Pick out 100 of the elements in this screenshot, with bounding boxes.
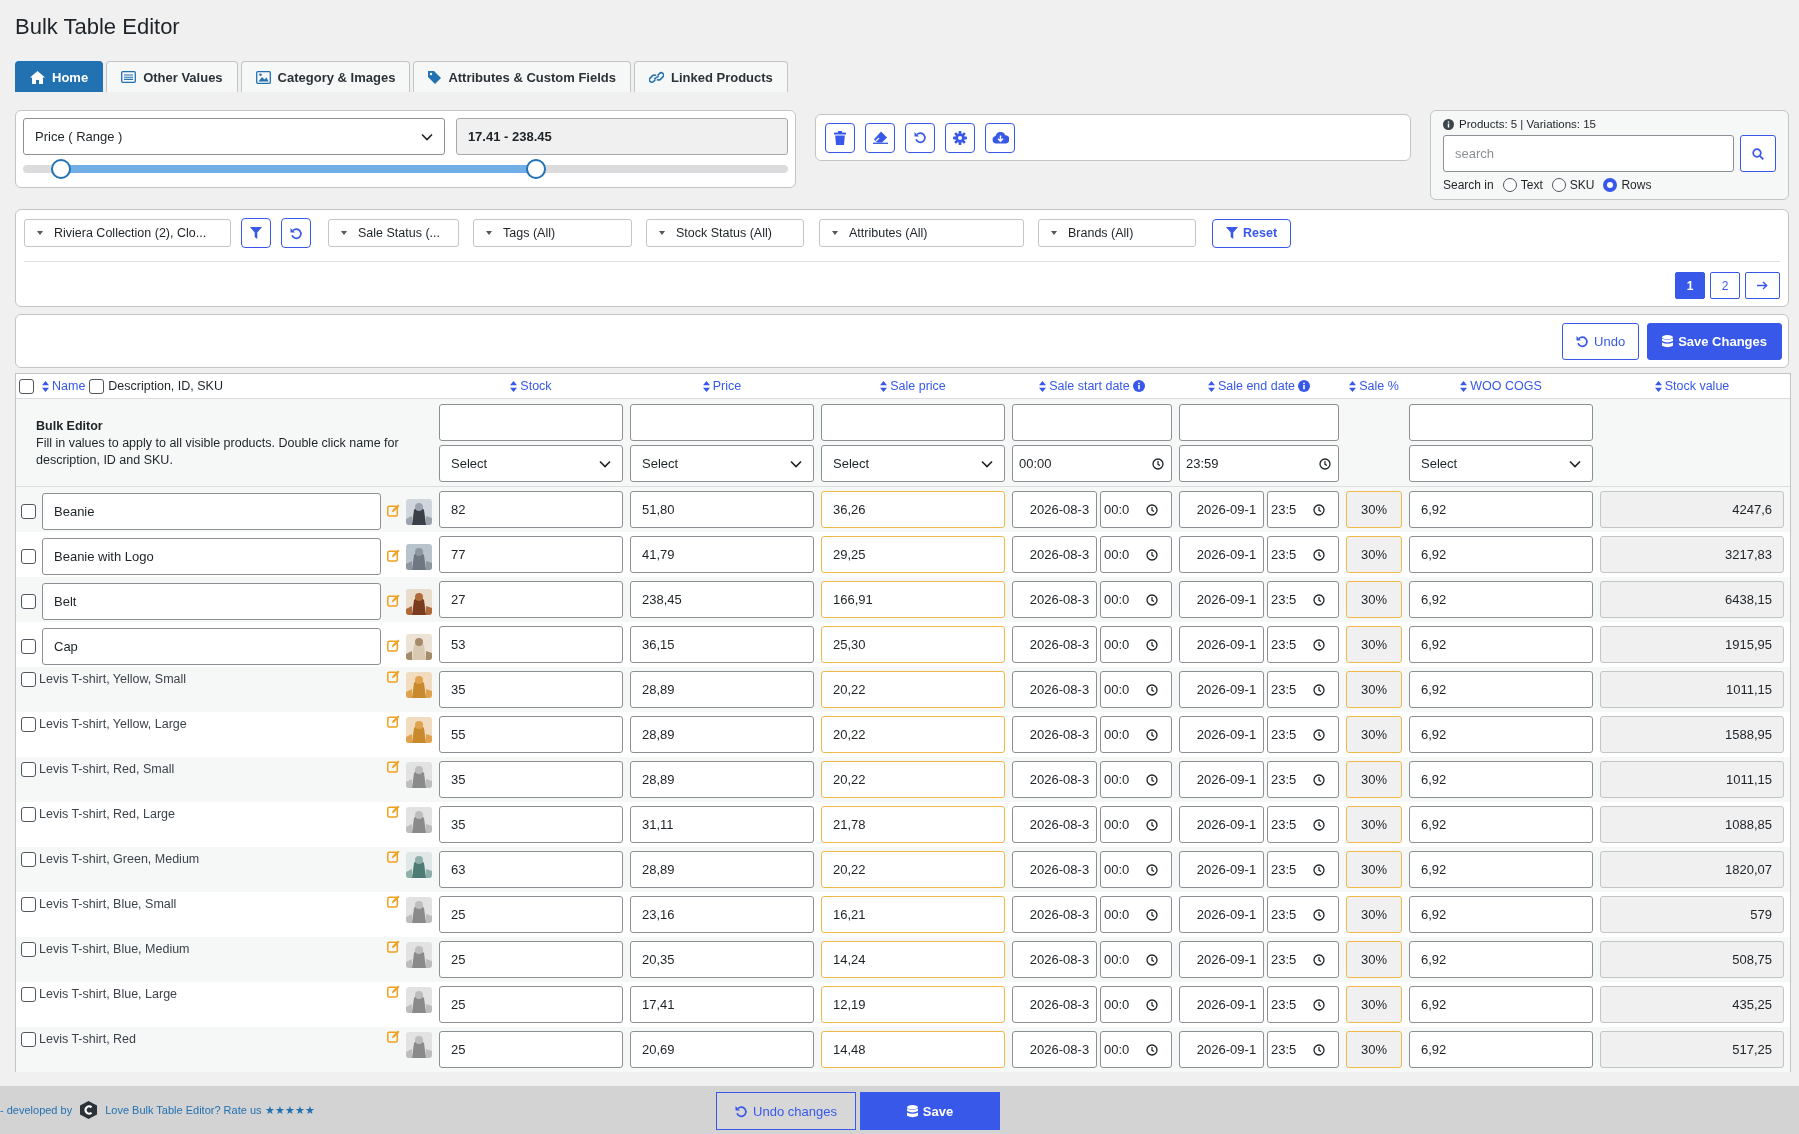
column-header[interactable]: WOO COGS [1470,379,1542,393]
cogs-field[interactable]: 6,92 [1409,761,1593,798]
reset-button[interactable]: Reset [1212,218,1292,248]
checkbox[interactable] [21,594,36,609]
cogs-field[interactable]: 6,92 [1409,986,1593,1023]
sale-price-field[interactable]: 25,30 [821,626,1005,663]
cogs-field[interactable]: 6,92 [1409,941,1593,978]
column-header[interactable]: Sale % [1359,379,1399,393]
sale-start-date-field[interactable]: 2026-08-3 [1012,896,1097,933]
bulk-input-field[interactable] [1409,404,1593,441]
price-field[interactable]: 51,80 [630,491,814,528]
sale-start-date-field[interactable]: 2026-08-3 [1012,986,1097,1023]
bulk-input-field[interactable] [630,404,814,441]
bulk-select-dropdown[interactable]: Select [630,445,814,482]
price-field[interactable]: 23,16 [630,896,814,933]
sale-start-time-field[interactable]: 00:0 [1100,716,1172,753]
sale-end-date-field[interactable]: 2026-09-1 [1179,896,1264,933]
sale-end-time-field[interactable]: 23:5 [1267,581,1339,618]
sale-end-time-field[interactable]: 23:5 [1267,626,1339,663]
sale-end-date-field[interactable]: 2026-09-1 [1179,986,1264,1023]
bulk-select-dropdown[interactable]: Select [1409,445,1593,482]
checkbox[interactable] [21,897,36,912]
sale-end-time-field[interactable]: 23:5 [1267,806,1339,843]
stock-field[interactable]: 82 [439,491,623,528]
sale-start-date-field[interactable]: 2026-08-3 [1012,581,1097,618]
search-button[interactable] [1740,135,1776,172]
checkbox[interactable] [21,717,36,732]
sale-end-time-field[interactable]: 23:5 [1267,671,1339,708]
checkbox[interactable] [21,807,36,822]
sale-end-date-field[interactable]: 2026-09-1 [1179,1031,1264,1068]
cogs-field[interactable]: 6,92 [1409,671,1593,708]
cogs-field[interactable]: 6,92 [1409,896,1593,933]
column-header[interactable]: Price [712,379,742,393]
sale-start-date-field[interactable]: 2026-08-3 [1012,626,1097,663]
price-field[interactable]: 31,11 [630,806,814,843]
price-field[interactable]: 36,15 [630,626,814,663]
cogs-field[interactable]: 6,92 [1409,491,1593,528]
sale-start-time-field[interactable]: 00:0 [1100,1031,1172,1068]
column-header[interactable]: Sale start date [1049,379,1130,393]
stock-field[interactable]: 25 [439,941,623,978]
stock-field[interactable]: 77 [439,536,623,573]
sale-start-date-field[interactable]: 2026-08-3 [1012,761,1097,798]
stock-field[interactable]: 35 [439,806,623,843]
download-button[interactable] [985,122,1015,153]
clear-button[interactable] [865,122,895,153]
sale-price-field[interactable]: 12,19 [821,986,1005,1023]
price-field[interactable]: 20,69 [630,1031,814,1068]
next-page-button[interactable] [1745,272,1780,299]
sale-start-time-field[interactable]: 00:0 [1100,671,1172,708]
slider-handle[interactable] [51,159,72,179]
sale-end-date-field[interactable]: 2026-09-1 [1179,806,1264,843]
filter-dropdown[interactable]: Riviera Collection (2), Clo... [24,219,231,247]
page-button[interactable]: 2 [1710,272,1740,299]
sale-start-time-field[interactable]: 00:0 [1100,761,1172,798]
stock-field[interactable]: 35 [439,761,623,798]
sale-start-time-field[interactable]: 00:0 [1100,941,1172,978]
sale-price-field[interactable]: 36,26 [821,491,1005,528]
checkbox[interactable] [21,672,36,687]
sale-end-date-field[interactable]: 2026-09-1 [1179,491,1264,528]
column-header[interactable]: Stock value [1664,379,1730,393]
settings-button[interactable] [945,122,975,153]
filter-dropdown[interactable]: Stock Status (All) [646,219,804,247]
sale-price-field[interactable]: 20,22 [821,716,1005,753]
cogs-field[interactable]: 6,92 [1409,626,1593,663]
slider-handle[interactable] [525,159,546,179]
tab[interactable]: Home [15,61,104,92]
undo-button[interactable]: Undo [1562,322,1640,360]
price-field[interactable]: 238,45 [630,581,814,618]
stock-field[interactable]: 25 [439,896,623,933]
cogs-field[interactable]: 6,92 [1409,851,1593,888]
sale-price-field[interactable]: 20,22 [821,761,1005,798]
page-button[interactable]: 1 [1675,272,1705,299]
product-name-field[interactable]: Belt [42,583,381,620]
sale-start-time-field[interactable]: 00:0 [1100,581,1172,618]
stock-field[interactable]: 25 [439,1031,623,1068]
checkbox[interactable] [89,378,105,394]
stock-field[interactable]: 35 [439,671,623,708]
delete-button[interactable] [825,122,855,153]
save-button[interactable]: Save [860,1092,1000,1130]
sale-end-time-field[interactable]: 23:5 [1267,716,1339,753]
checkbox[interactable] [21,852,36,867]
sale-price-field[interactable]: 29,25 [821,536,1005,573]
column-header[interactable]: Stock [520,379,552,393]
filter-dropdown[interactable]: Tags (All) [473,219,632,247]
sale-start-time-field[interactable]: 00:0 [1100,536,1172,573]
radio-button[interactable] [1502,178,1517,192]
undo-button[interactable] [905,122,935,153]
column-header[interactable]: Sale price [890,379,946,393]
sale-end-time-field[interactable]: 23:5 [1267,986,1339,1023]
sale-end-time-field[interactable]: 23:5 [1267,851,1339,888]
sale-end-date-field[interactable]: 2026-09-1 [1179,716,1264,753]
sale-end-time-field[interactable]: 23:5 [1267,536,1339,573]
sale-end-date-field[interactable]: 2026-09-1 [1179,761,1264,798]
checkbox[interactable] [21,639,36,654]
range-slider[interactable] [23,159,788,179]
radio-button[interactable] [1551,178,1566,192]
stock-field[interactable]: 25 [439,986,623,1023]
checkbox[interactable] [19,378,34,394]
bulk-input-field[interactable] [821,404,1005,441]
sale-price-field[interactable]: 16,21 [821,896,1005,933]
